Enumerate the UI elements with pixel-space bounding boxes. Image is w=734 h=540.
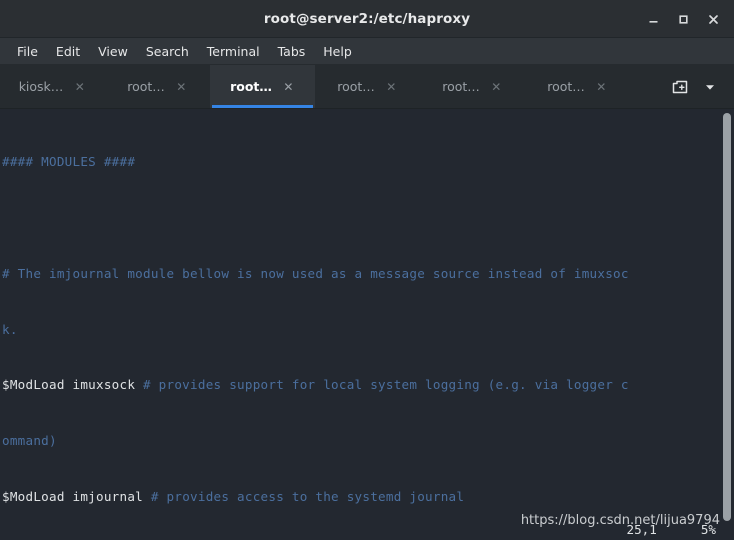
tab-root-3[interactable]: root… ✕ bbox=[315, 65, 420, 108]
maximize-button[interactable] bbox=[668, 4, 698, 34]
tab-kiosk[interactable]: kiosk… ✕ bbox=[0, 65, 105, 108]
close-icon[interactable]: ✕ bbox=[282, 81, 295, 93]
tab-label: kiosk… bbox=[18, 79, 64, 94]
chevron-down-icon[interactable] bbox=[696, 73, 724, 101]
tab-label: root… bbox=[230, 79, 272, 94]
terminal-line: $ModLoad imuxsock # provides support for… bbox=[2, 376, 718, 395]
line-text: # The imjournal module bellow is now use… bbox=[2, 265, 629, 281]
minimize-button[interactable] bbox=[638, 4, 668, 34]
terminal-line: # The imjournal module bellow is now use… bbox=[2, 265, 718, 284]
window-title: root@server2:/etc/haproxy bbox=[263, 10, 471, 27]
tab-bar: kiosk… ✕ root… ✕ root… ✕ root… ✕ root… ✕… bbox=[0, 65, 734, 109]
menu-item-help[interactable]: Help bbox=[314, 40, 361, 63]
close-icon[interactable]: ✕ bbox=[385, 81, 398, 93]
menu-item-edit[interactable]: Edit bbox=[47, 40, 89, 63]
tab-strip: kiosk… ✕ root… ✕ root… ✕ root… ✕ root… ✕… bbox=[0, 65, 662, 108]
menu-item-view[interactable]: View bbox=[89, 40, 137, 63]
line-text: #### MODULES #### bbox=[2, 154, 136, 170]
tab-root-5[interactable]: root… ✕ bbox=[525, 65, 630, 108]
scrollbar-thumb[interactable] bbox=[723, 113, 731, 521]
menu-item-terminal[interactable]: Terminal bbox=[198, 40, 269, 63]
close-icon[interactable]: ✕ bbox=[175, 81, 188, 93]
scroll-percent: 5% bbox=[700, 522, 716, 538]
menu-item-file[interactable]: File bbox=[8, 40, 47, 63]
menu-bar: File Edit View Search Terminal Tabs Help bbox=[0, 38, 734, 65]
line-text: ommand) bbox=[2, 433, 57, 449]
tab-label: root… bbox=[337, 79, 375, 94]
line-code: $ModLoad imjournal bbox=[2, 488, 151, 504]
close-icon[interactable]: ✕ bbox=[595, 81, 608, 93]
vim-status-ruler: 25,1 5% bbox=[626, 521, 716, 540]
line-text: k. bbox=[2, 321, 18, 337]
terminal-text: #### MODULES #### # The imjournal module… bbox=[2, 116, 718, 540]
close-button[interactable] bbox=[698, 4, 728, 34]
tab-actions bbox=[662, 65, 734, 108]
title-bar[interactable]: root@server2:/etc/haproxy bbox=[0, 0, 734, 38]
scrollbar[interactable] bbox=[720, 109, 734, 540]
window-controls bbox=[638, 0, 728, 38]
terminal-window: root@server2:/etc/haproxy File Edit View… bbox=[0, 0, 734, 540]
close-icon[interactable]: ✕ bbox=[73, 81, 86, 93]
close-icon[interactable]: ✕ bbox=[490, 81, 503, 93]
line-code: $ModLoad imuxsock bbox=[2, 377, 144, 393]
line-comment: # provides support for local system logg… bbox=[143, 377, 629, 393]
terminal-line: ommand) bbox=[2, 432, 718, 451]
tab-label: root… bbox=[442, 79, 480, 94]
tab-root-1[interactable]: root… ✕ bbox=[105, 65, 210, 108]
terminal-line: $ModLoad imjournal # provides access to … bbox=[2, 488, 718, 507]
new-tab-icon[interactable] bbox=[666, 73, 694, 101]
tab-root-4[interactable]: root… ✕ bbox=[420, 65, 525, 108]
terminal-line: #### MODULES #### bbox=[2, 153, 718, 172]
terminal-line: k. bbox=[2, 321, 718, 340]
tab-label: root… bbox=[127, 79, 165, 94]
line-comment: # provides access to the systemd journal bbox=[150, 488, 465, 504]
tab-label: root… bbox=[547, 79, 585, 94]
tab-root-2-active[interactable]: root… ✕ bbox=[210, 65, 315, 108]
menu-item-tabs[interactable]: Tabs bbox=[269, 40, 315, 63]
cursor-position: 25,1 bbox=[626, 522, 657, 538]
menu-item-search[interactable]: Search bbox=[137, 40, 198, 63]
terminal-view[interactable]: #### MODULES #### # The imjournal module… bbox=[0, 109, 734, 540]
